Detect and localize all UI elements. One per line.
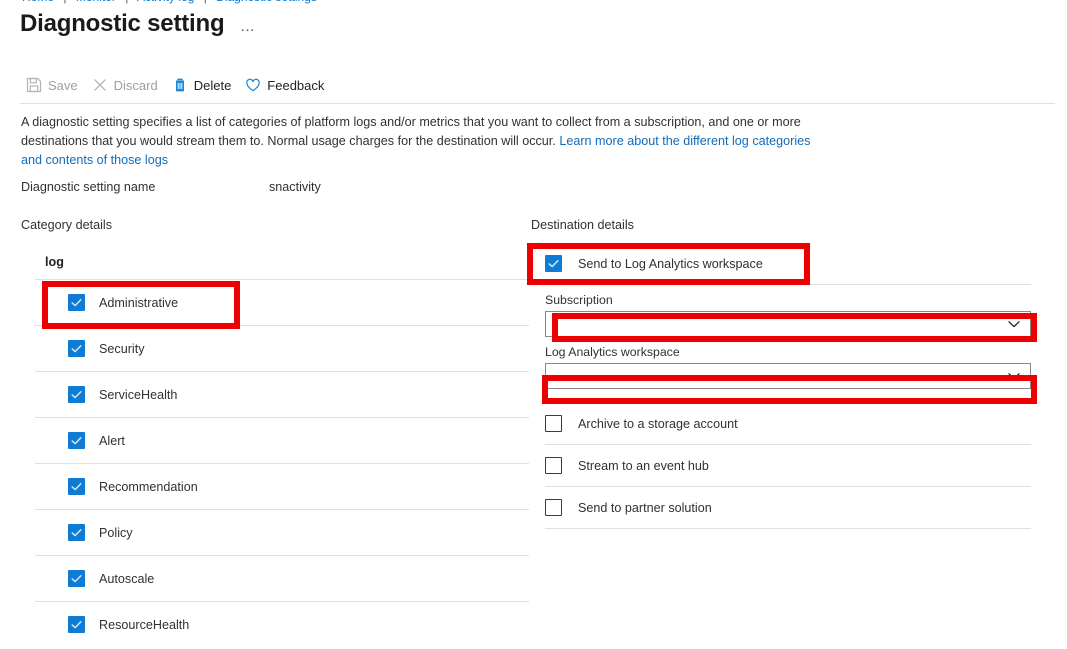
breadcrumb-separator: | [125, 0, 128, 4]
category-row[interactable]: Autoscale [35, 555, 529, 601]
destination-list: Send to Log Analytics workspace Subscrip… [545, 243, 1031, 529]
delete-icon [172, 77, 188, 93]
category-row[interactable]: Policy [35, 509, 529, 555]
save-icon [26, 77, 42, 93]
breadcrumb[interactable]: Home | Monitor | Activity log | Diagnost… [22, 0, 323, 4]
category-label: ServiceHealth [99, 388, 177, 402]
category-checkbox-alert[interactable] [68, 432, 85, 449]
category-label: Autoscale [99, 572, 154, 586]
delete-button[interactable]: Delete [168, 75, 242, 95]
category-row[interactable]: Administrative [35, 279, 529, 325]
category-checkbox-servicehealth[interactable] [68, 386, 85, 403]
category-label: Policy [99, 526, 133, 540]
category-group-title: log [35, 255, 529, 279]
breadcrumb-item-1[interactable]: Monitor [76, 0, 116, 4]
destination-checkbox-send-to-partner-solution[interactable] [545, 499, 562, 516]
category-row[interactable]: Security [35, 325, 529, 371]
feedback-icon [245, 77, 261, 93]
category-checkbox-recommendation[interactable] [68, 478, 85, 495]
category-list: log Administrative Security ServiceHealth A… [35, 255, 529, 647]
category-label: Alert [99, 434, 125, 448]
log-analytics-workspace-field: Log Analytics workspace [545, 337, 1031, 389]
subscription-field: Subscription [545, 285, 1031, 337]
category-row[interactable]: Recommendation [35, 463, 529, 509]
category-label: Security [99, 342, 145, 356]
send-to-log-analytics-label: Send to Log Analytics workspace [578, 257, 763, 271]
discard-button[interactable]: Discard [88, 75, 168, 95]
diagnostic-setting-name-value: snactivity [269, 180, 321, 194]
category-label: ResourceHealth [99, 618, 189, 632]
toolbar-divider [20, 103, 1055, 104]
destination-row[interactable]: Send to partner solution [545, 487, 1031, 529]
destination-label: Send to partner solution [578, 501, 712, 515]
destination-checkbox-stream-to-an-event-hub[interactable] [545, 457, 562, 474]
breadcrumb-item-2[interactable]: Activity log [137, 0, 194, 4]
send-to-log-analytics-checkbox[interactable] [545, 255, 562, 272]
category-checkbox-autoscale[interactable] [68, 570, 85, 587]
save-button-label: Save [48, 78, 78, 93]
chevron-down-icon [1005, 367, 1023, 385]
destination-label: Stream to an event hub [578, 459, 709, 473]
delete-button-label: Delete [194, 78, 232, 93]
category-checkbox-administrative[interactable] [68, 294, 85, 311]
diagnostic-setting-name-label: Diagnostic setting name [21, 180, 155, 194]
breadcrumb-item-0[interactable]: Home [22, 0, 54, 4]
category-checkbox-security[interactable] [68, 340, 85, 357]
send-to-log-analytics-row[interactable]: Send to Log Analytics workspace [545, 243, 1031, 285]
destination-row[interactable]: Stream to an event hub [545, 445, 1031, 487]
destination-row[interactable]: Archive to a storage account [545, 403, 1031, 445]
log-analytics-workspace-dropdown[interactable] [545, 363, 1031, 389]
save-button[interactable]: Save [22, 75, 88, 95]
destination-details-heading: Destination details [531, 218, 634, 232]
category-row[interactable]: Alert [35, 417, 529, 463]
feedback-button-label: Feedback [267, 78, 324, 93]
feedback-button[interactable]: Feedback [241, 75, 334, 95]
chevron-down-icon [1005, 315, 1023, 333]
category-label: Administrative [99, 296, 178, 310]
breadcrumb-item-3[interactable]: Diagnostic settings [216, 0, 317, 4]
destination-label: Archive to a storage account [578, 417, 738, 431]
discard-button-label: Discard [114, 78, 158, 93]
log-analytics-workspace-label: Log Analytics workspace [545, 345, 1031, 359]
category-checkbox-resourcehealth[interactable] [68, 616, 85, 633]
category-row[interactable]: ServiceHealth [35, 371, 529, 417]
category-checkbox-policy[interactable] [68, 524, 85, 541]
page-description: A diagnostic setting specifies a list of… [21, 113, 821, 170]
discard-icon [92, 77, 108, 93]
subscription-dropdown[interactable] [545, 311, 1031, 337]
breadcrumb-separator: | [204, 0, 207, 4]
page-title: Diagnostic setting [20, 10, 224, 38]
more-options-icon[interactable]: … [240, 20, 256, 34]
category-label: Recommendation [99, 480, 198, 494]
command-toolbar: Save Discard Delete Feedback [22, 73, 334, 97]
breadcrumb-separator: | [63, 0, 66, 4]
category-details-heading: Category details [21, 218, 112, 232]
category-row[interactable]: ResourceHealth [35, 601, 529, 647]
destination-checkbox-archive-to-a-storage-account[interactable] [545, 415, 562, 432]
subscription-label: Subscription [545, 293, 1031, 307]
